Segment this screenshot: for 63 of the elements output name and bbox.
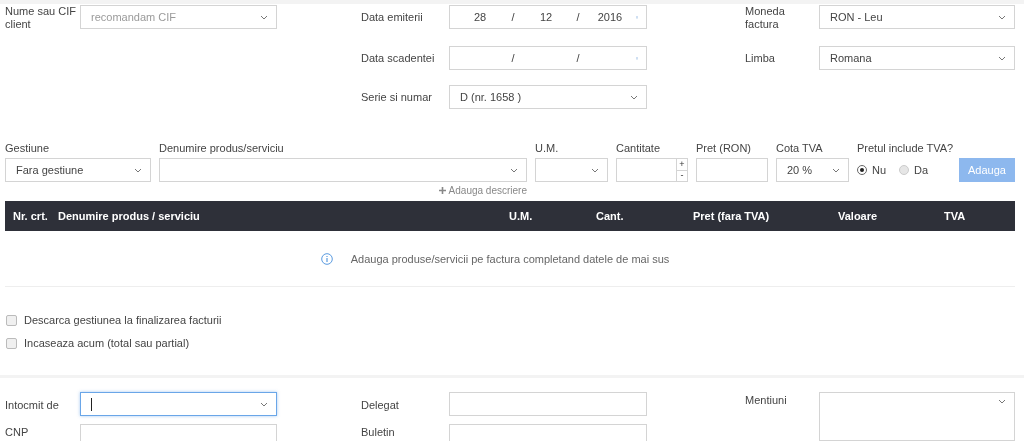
field-label: Limba bbox=[745, 51, 776, 65]
chevron-down-icon bbox=[832, 167, 840, 173]
column-header: Pret (fara TVA) bbox=[693, 210, 771, 222]
unit-select[interactable] bbox=[535, 158, 608, 182]
field-label: Serie si numar bbox=[361, 90, 433, 104]
field-label: Data emiterii bbox=[361, 10, 424, 24]
chevron-down-icon bbox=[630, 94, 638, 100]
info-icon bbox=[320, 252, 333, 265]
add-description-link[interactable]: Adauga descriere bbox=[438, 185, 527, 196]
delegate-field[interactable] bbox=[449, 392, 647, 416]
radio-label: Nu bbox=[872, 164, 887, 176]
checkbox-label: Incaseaza acum (total sau partial) bbox=[24, 336, 190, 350]
chevron-down-icon bbox=[510, 167, 518, 173]
vat-rate-select[interactable]: 20 % bbox=[776, 158, 849, 182]
field-label: Denumire produs/serviciu bbox=[159, 142, 285, 155]
field-label: Mentiuni bbox=[745, 393, 788, 407]
increment-button[interactable]: + bbox=[676, 158, 688, 171]
notes-field[interactable] bbox=[819, 392, 1015, 441]
column-header: U.M. bbox=[509, 210, 534, 222]
field-label: Pretul include TVA? bbox=[857, 142, 951, 155]
radio-button[interactable] bbox=[857, 165, 867, 175]
id-card-field[interactable] bbox=[449, 424, 647, 441]
field-label: U.M. bbox=[535, 142, 560, 155]
product-select[interactable] bbox=[159, 158, 527, 182]
checkbox[interactable] bbox=[6, 314, 17, 326]
language-select[interactable]: Romana bbox=[819, 46, 1015, 70]
price-field[interactable] bbox=[696, 158, 768, 182]
date-field[interactable]: / / bbox=[449, 46, 647, 70]
chevron-down-icon bbox=[134, 167, 142, 173]
chevron-down-icon bbox=[591, 167, 599, 173]
checkbox-label: Descarca gestiunea la finalizarea facturii bbox=[24, 313, 222, 327]
column-header: Valoare bbox=[838, 210, 879, 222]
radio-label: Da bbox=[914, 164, 929, 176]
chevron-down-icon bbox=[260, 14, 268, 20]
field-label: Nume sau CIF client bbox=[5, 5, 77, 31]
plus-icon bbox=[438, 187, 446, 194]
field-label: Intocmit de bbox=[5, 398, 60, 412]
field-label: Moneda factura bbox=[745, 5, 786, 31]
chevron-down-icon bbox=[998, 14, 1006, 20]
column-header: TVA bbox=[944, 210, 967, 222]
stock-select[interactable]: Fara gestiune bbox=[5, 158, 151, 182]
field-label: Pret (RON) bbox=[696, 142, 752, 155]
field-label: Data scadentei bbox=[361, 51, 436, 65]
currency-select[interactable]: RON - Leu bbox=[819, 5, 1015, 29]
column-header: Cant. bbox=[596, 210, 625, 222]
field-label: Delegat bbox=[361, 398, 400, 412]
checkbox[interactable] bbox=[6, 337, 17, 349]
field-label: Gestiune bbox=[5, 142, 51, 155]
prepared-by-select[interactable] bbox=[80, 392, 277, 416]
chevron-down-icon bbox=[998, 55, 1006, 61]
empty-message: Adauga produse/servicii pe factura completand datele de mai sus bbox=[350, 252, 670, 265]
column-header: Denumire produs / serviciu bbox=[58, 210, 201, 222]
chevron-down-icon bbox=[998, 399, 1006, 404]
id-number-field[interactable] bbox=[80, 424, 277, 441]
field-label: Cota TVA bbox=[776, 142, 824, 155]
series-select[interactable]: D (nr. 1658 ) bbox=[449, 85, 647, 109]
field-label: CNP bbox=[5, 425, 30, 439]
quantity-field[interactable] bbox=[616, 158, 676, 182]
field-label: Cantitate bbox=[616, 142, 662, 155]
column-header: Nr. crt. bbox=[13, 210, 49, 222]
date-field[interactable]: 28 / 12 / 2016 bbox=[449, 5, 647, 29]
chevron-down-icon bbox=[260, 401, 268, 407]
field-label: Buletin bbox=[361, 425, 396, 439]
